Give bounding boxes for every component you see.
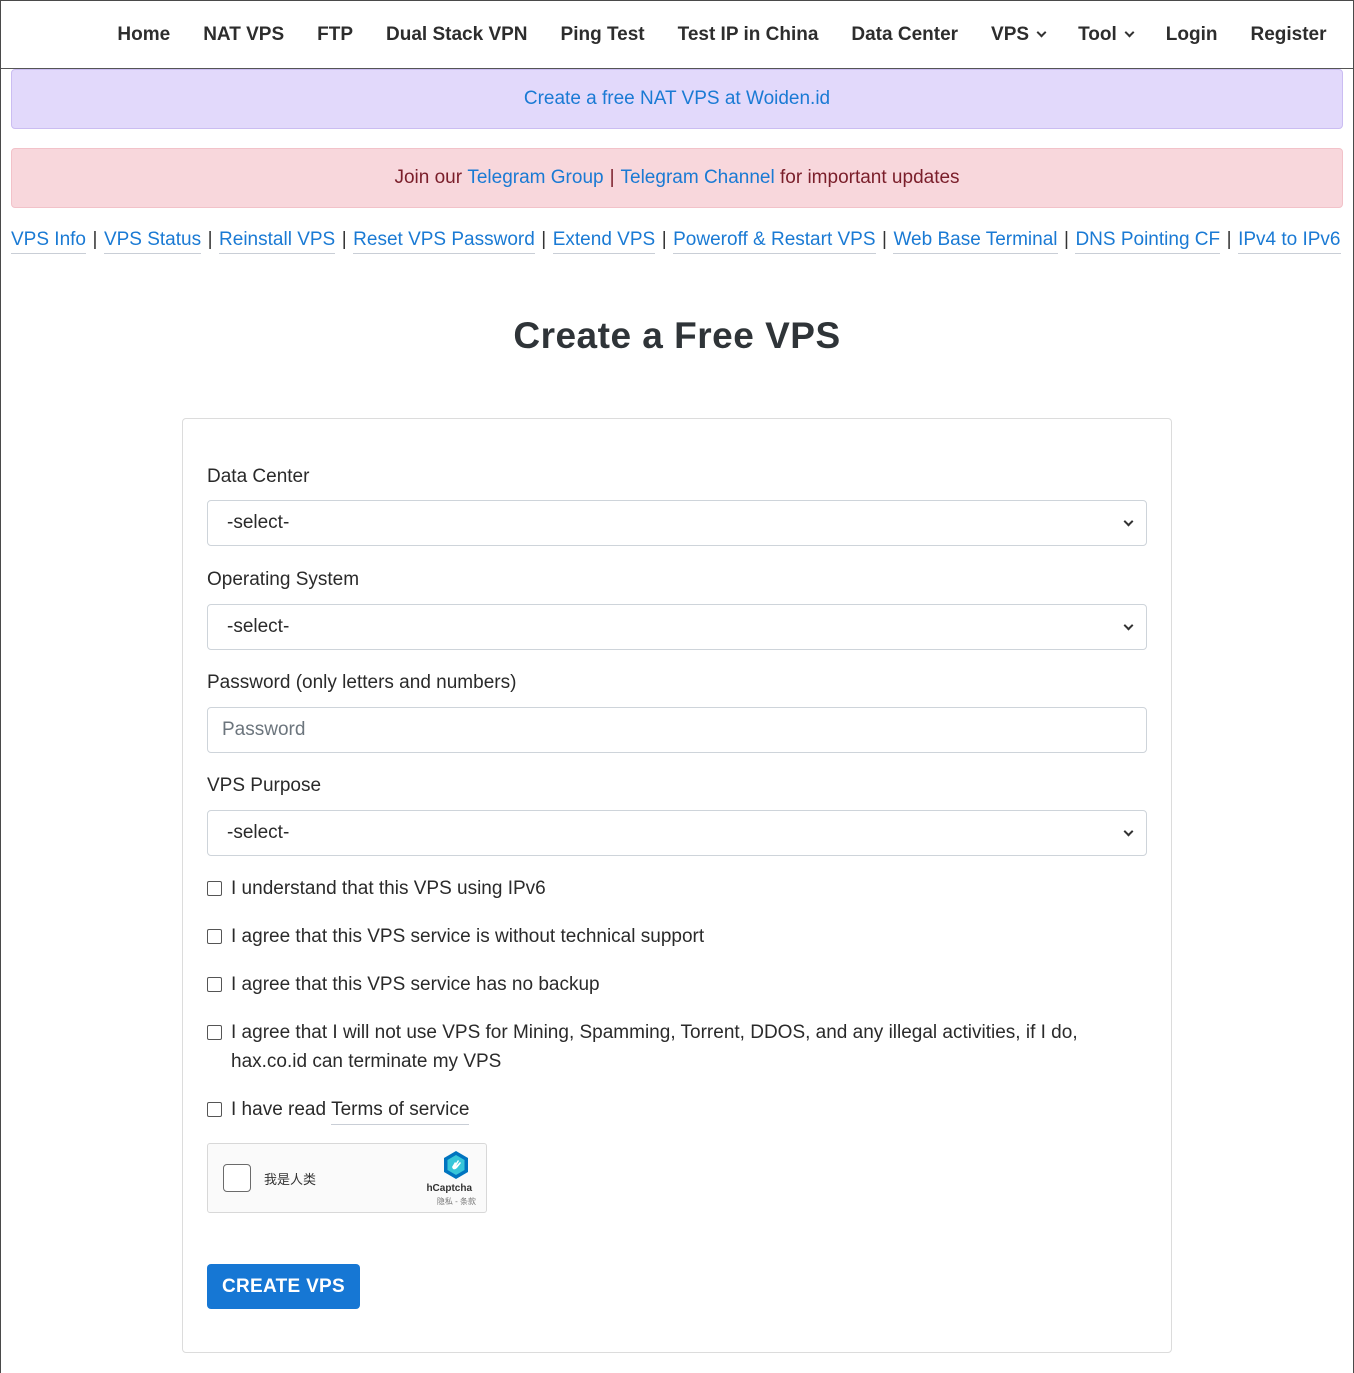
tos-prefix-text: I have read (231, 1099, 327, 1120)
link-separator: | (341, 229, 347, 250)
nav-home[interactable]: Home (101, 24, 187, 46)
ipv6-checkbox[interactable] (207, 881, 222, 896)
purpose-select-value: -select- (227, 822, 290, 843)
create-vps-button[interactable]: CREATE VPS (207, 1264, 360, 1309)
link-vps-info[interactable]: VPS Info (11, 229, 86, 254)
link-separator: | (882, 229, 887, 250)
nav-data-center[interactable]: Data Center (835, 24, 975, 46)
telegram-channel-link[interactable]: Telegram Channel (621, 167, 775, 189)
chevron-down-icon (1123, 826, 1134, 837)
nav-register-label: Register (1250, 23, 1327, 45)
purpose-label: VPS Purpose (207, 775, 322, 796)
telegram-group-link[interactable]: Telegram Group (467, 167, 603, 189)
abuse-agreement-text: I agree that I will not use VPS for Mini… (231, 1022, 1078, 1072)
top-navbar: Home NAT VPS FTP Dual Stack VPN Ping Tes… (1, 1, 1353, 69)
nav-test-ip-china-label: Test IP in China (677, 23, 819, 45)
create-vps-form: Data Center -select- Operating System -s… (182, 418, 1172, 1353)
nav-ftp[interactable]: FTP (301, 24, 370, 46)
nav-ping-test[interactable]: Ping Test (544, 24, 661, 46)
terms-of-service-link[interactable]: Terms of service (331, 1095, 470, 1125)
captcha-checkbox[interactable] (223, 1164, 251, 1192)
nav-nat-vps-label: NAT VPS (203, 23, 285, 45)
nav-vps-label: VPS (991, 23, 1030, 45)
backup-agreement: I agree that this VPS service has no bac… (207, 970, 1107, 999)
captcha-label: 我是人类 (264, 1172, 317, 1187)
nav-dual-stack-vpn[interactable]: Dual Stack VPN (370, 24, 545, 46)
chevron-down-icon (1124, 27, 1135, 38)
link-poweroff-restart-vps[interactable]: Poweroff & Restart VPS (673, 229, 876, 254)
nav-register[interactable]: Register (1234, 24, 1343, 46)
nav-ping-test-label: Ping Test (560, 23, 645, 45)
hcaptcha-logo-icon (444, 1151, 468, 1179)
nav-home-label: Home (117, 23, 171, 45)
ipv6-agreement: I understand that this VPS using IPv6 (207, 874, 1107, 903)
woiden-link[interactable]: Create a free NAT VPS at Woiden.id (524, 88, 830, 110)
chevron-down-icon (1036, 27, 1047, 38)
hcaptcha-widget: 我是人类 hCaptcha 隐私 - 条款 (207, 1143, 487, 1213)
link-separator: | (1226, 229, 1232, 250)
nav-login-label: Login (1165, 23, 1218, 45)
nat-vps-banner: Create a free NAT VPS at Woiden.id (11, 69, 1343, 129)
purpose-select[interactable]: -select- (207, 810, 1147, 856)
link-separator: | (1064, 229, 1069, 250)
tos-checkbox[interactable] (207, 1102, 222, 1117)
datacenter-label: Data Center (207, 466, 310, 487)
support-checkbox[interactable] (207, 929, 222, 944)
support-agreement: I agree that this VPS service is without… (207, 922, 1107, 951)
link-separator: | (541, 229, 547, 250)
ipv6-agreement-text: I understand that this VPS using IPv6 (231, 878, 546, 899)
nav-ftp-label: FTP (317, 23, 354, 45)
hcaptcha-brand: hCaptcha (426, 1183, 472, 1194)
nav-login[interactable]: Login (1149, 24, 1234, 46)
link-reset-vps-password[interactable]: Reset VPS Password (353, 229, 535, 254)
tos-agreement: I have read Terms of service (207, 1095, 1107, 1125)
link-extend-vps[interactable]: Extend VPS (552, 229, 656, 254)
password-label: Password (only letters and numbers) (207, 672, 517, 693)
telegram-separator: | (609, 167, 615, 188)
link-reinstall-vps[interactable]: Reinstall VPS (219, 229, 336, 254)
link-web-base-terminal[interactable]: Web Base Terminal (893, 229, 1058, 254)
telegram-banner-prefix: Join our (394, 167, 463, 188)
hcaptcha-footer-links[interactable]: 隐私 - 条款 (437, 1196, 476, 1207)
backup-agreement-text: I agree that this VPS service has no bac… (231, 974, 600, 995)
link-separator: | (92, 229, 98, 250)
abuse-checkbox[interactable] (207, 1025, 222, 1040)
os-select-value: -select- (227, 616, 290, 637)
datacenter-select[interactable]: -select- (207, 500, 1147, 546)
support-agreement-text: I agree that this VPS service is without… (231, 926, 705, 947)
telegram-banner-suffix: for important updates (780, 167, 960, 188)
link-dns-pointing-cf[interactable]: DNS Pointing CF (1075, 229, 1221, 254)
datacenter-select-value: -select- (227, 512, 290, 533)
vps-tools-links: VPS Info | VPS Status | Reinstall VPS | Res… (11, 229, 1345, 254)
chevron-down-icon (1123, 516, 1134, 527)
backup-checkbox[interactable] (207, 977, 222, 992)
link-ipv4-to-ipv6[interactable]: IPv4 to IPv6 (1238, 229, 1341, 254)
nav-dual-stack-vpn-label: Dual Stack VPN (386, 23, 528, 45)
nav-tool-dropdown[interactable]: Tool (1062, 24, 1150, 46)
nav-vps-dropdown[interactable]: VPS (975, 24, 1062, 46)
password-placeholder: Password (222, 719, 306, 740)
nav-tool-label: Tool (1078, 23, 1117, 45)
nav-test-ip-china[interactable]: Test IP in China (661, 24, 835, 46)
os-select[interactable]: -select- (207, 604, 1147, 650)
abuse-agreement: I agree that I will not use VPS for Mini… (207, 1018, 1107, 1076)
os-label: Operating System (207, 569, 360, 590)
link-separator: | (207, 229, 213, 250)
link-vps-status[interactable]: VPS Status (103, 229, 202, 254)
nav-nat-vps[interactable]: NAT VPS (187, 24, 301, 46)
link-separator: | (661, 229, 667, 250)
nav-data-center-label: Data Center (851, 23, 959, 45)
telegram-banner: Join our Telegram Group | Telegram Channel… (11, 148, 1343, 208)
chevron-down-icon (1123, 620, 1134, 631)
page-title: Create a Free VPS (513, 315, 841, 356)
password-input[interactable]: Password (207, 707, 1147, 753)
